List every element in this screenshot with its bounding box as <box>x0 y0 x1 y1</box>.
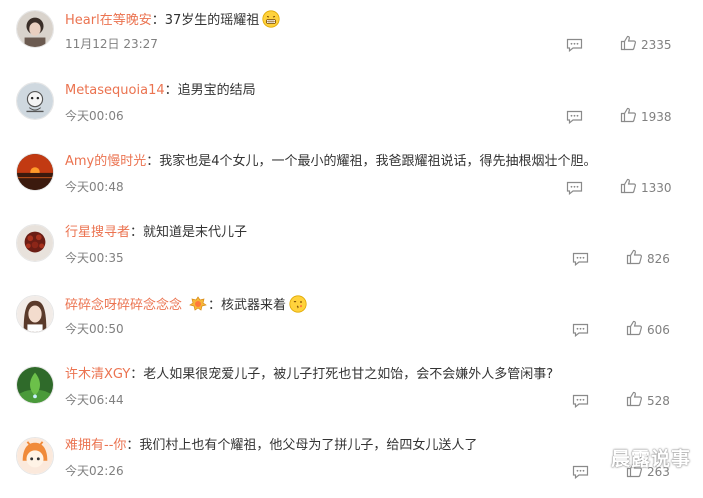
comment-text: 我家也是4个女儿，一个最小的耀祖，我爸跟耀祖说话，得先抽根烟壮个胆。 <box>159 154 597 169</box>
comment-line: Metasequoia14：追男宝的结局 <box>65 83 256 98</box>
comment-line: 行星搜寻者：就知道是末代儿子 <box>65 225 248 240</box>
comment-item: 行星搜寻者：就知道是末代儿子 今天00:35 826 <box>0 214 703 285</box>
comment-time: 今天00:50 <box>65 322 124 336</box>
avatar[interactable] <box>16 224 54 262</box>
like-count: 826 <box>647 252 670 266</box>
grin-emoji-icon <box>262 10 280 34</box>
like-count: 2335 <box>641 38 672 52</box>
comment-text: 追男宝的结局 <box>177 83 256 98</box>
username-link[interactable]: 难拥有--你 <box>65 438 126 453</box>
comment-item: Hearl在等晚安：37岁生的瑶耀祖 11月12日 23:27 2335 <box>0 0 703 71</box>
comment-line: 难拥有--你：我们村上也有个耀祖，他父母为了拼儿子，给四女儿送人了 <box>65 438 478 453</box>
username-link[interactable]: Amy的慢时光 <box>65 154 146 169</box>
comment-line: Hearl在等晚安：37岁生的瑶耀祖 <box>65 10 280 34</box>
reply-icon[interactable] <box>572 393 589 409</box>
comment-time: 今天00:35 <box>65 251 124 265</box>
like-icon[interactable] <box>620 35 637 51</box>
reply-icon[interactable] <box>572 464 589 480</box>
like-icon[interactable] <box>626 320 643 336</box>
username-link[interactable]: 行星搜寻者 <box>65 225 130 240</box>
avatar[interactable] <box>16 153 54 191</box>
like-icon[interactable] <box>626 249 643 265</box>
username-link[interactable]: Hearl在等晚安 <box>65 13 152 28</box>
like-icon[interactable] <box>620 107 637 123</box>
reply-icon[interactable] <box>572 251 589 267</box>
comment-time: 今天00:48 <box>65 180 124 194</box>
comment-item: Metasequoia14：追男宝的结局 今天00:06 1938 <box>0 72 703 143</box>
comment-text: 核武器来着 <box>221 298 287 313</box>
comment-line: 碎碎念呀碎碎念念念 ：核武器来着 <box>65 295 307 319</box>
comment-text: 老人如果很宠爱儿子，被儿子打死也甘之如饴，会不会嫌外人多管闲事? <box>143 367 554 382</box>
comment-time: 今天00:06 <box>65 109 124 123</box>
reply-icon[interactable] <box>566 109 583 125</box>
comment-item: 许木清XGY：老人如果很宠爱儿子，被儿子打死也甘之如饴，会不会嫌外人多管闲事? … <box>0 356 703 427</box>
comment-time: 今天06:44 <box>65 393 124 407</box>
like-icon[interactable] <box>620 178 637 194</box>
avatar[interactable] <box>16 366 54 404</box>
like-count: 606 <box>647 323 670 337</box>
username-link[interactable]: 许木清XGY <box>65 367 130 382</box>
comment-time: 11月12日 23:27 <box>65 37 158 51</box>
reply-icon[interactable] <box>566 180 583 196</box>
avatar[interactable] <box>16 295 54 333</box>
reply-icon[interactable] <box>566 37 583 53</box>
like-count: 1330 <box>641 181 672 195</box>
comment-item: Amy的慢时光：我家也是4个女儿，一个最小的耀祖，我爸跟耀祖说话，得先抽根烟壮个… <box>0 143 703 214</box>
fan-badge-icon <box>188 295 208 319</box>
username-link[interactable]: 碎碎念呀碎碎念念念 <box>65 298 182 313</box>
like-count: 528 <box>647 394 670 408</box>
kiss-emoji-icon <box>289 295 307 319</box>
username-link[interactable]: Metasequoia14 <box>65 83 165 98</box>
comment-text: 就知道是末代儿子 <box>143 225 248 240</box>
avatar[interactable] <box>16 10 54 48</box>
comment-item: 难拥有--你：我们村上也有个耀祖，他父母为了拼儿子，给四女儿送人了 今天02:2… <box>0 427 703 498</box>
avatar[interactable] <box>16 437 54 475</box>
like-count: 1938 <box>641 110 672 124</box>
comment-item: 碎碎念呀碎碎念念念 ：核武器来着 今天00:50 606 <box>0 285 703 356</box>
reply-icon[interactable] <box>572 322 589 338</box>
watermark: 晨露说事 <box>610 448 691 470</box>
comment-text: 37岁生的瑶耀祖 <box>164 13 260 28</box>
comment-text: 我们村上也有个耀祖，他父母为了拼儿子，给四女儿送人了 <box>139 438 478 453</box>
avatar[interactable] <box>16 82 54 120</box>
comment-line: Amy的慢时光：我家也是4个女儿，一个最小的耀祖，我爸跟耀祖说话，得先抽根烟壮个… <box>65 154 597 169</box>
comment-time: 今天02:26 <box>65 464 124 478</box>
comment-line: 许木清XGY：老人如果很宠爱儿子，被儿子打死也甘之如饴，会不会嫌外人多管闲事? <box>65 367 554 382</box>
like-icon[interactable] <box>626 391 643 407</box>
